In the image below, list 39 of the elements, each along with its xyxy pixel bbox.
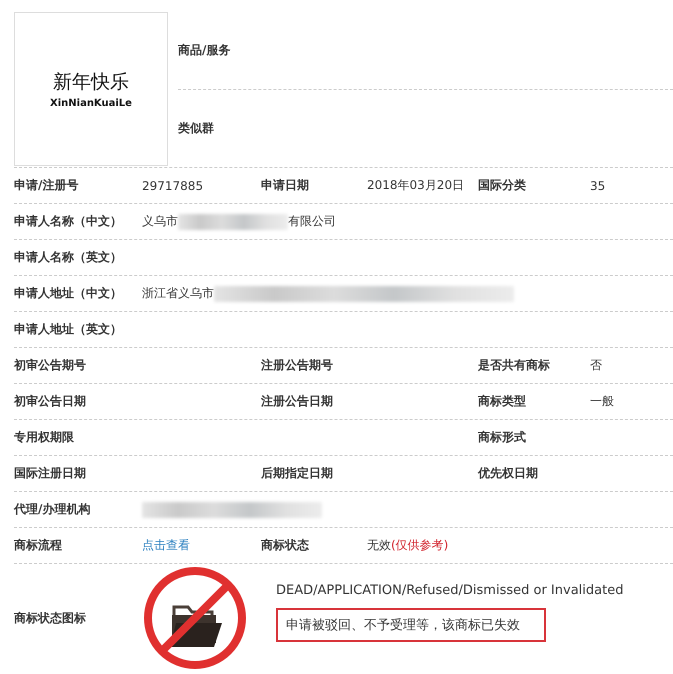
field-value: 2018年03月20日	[367, 177, 466, 194]
field-label: 商标形式	[478, 429, 527, 446]
field-label: 商标状态图标	[14, 610, 87, 626]
field-label: 初审公告日期	[14, 393, 87, 410]
field-label: 申请人名称（中文）	[14, 213, 123, 230]
field-value: 有限公司	[288, 213, 336, 230]
field-label: 国际分类	[478, 177, 527, 194]
field-label: 申请人地址（中文）	[14, 285, 123, 302]
field-label: 申请日期	[261, 177, 310, 194]
logo-title: 新年快乐	[53, 70, 129, 95]
field-label: 注册公告期号	[261, 357, 334, 374]
field-value: 义乌市	[142, 213, 178, 230]
status-notice: 申请被驳回、不予受理等，该商标已失效	[276, 608, 546, 642]
field-value: 浙江省义乌市	[142, 285, 214, 302]
field-label: 类似群	[178, 120, 214, 137]
status-description: DEAD/APPLICATION/Refused/Dismissed or Invalidated	[276, 582, 624, 598]
field-label: 商标类型	[478, 393, 527, 410]
field-label: 申请人地址（英文）	[14, 321, 123, 338]
field-label: 优先权日期	[478, 465, 539, 482]
field-label: 后期指定日期	[261, 465, 334, 482]
view-link[interactable]: 点击查看	[142, 537, 261, 554]
field-label: 是否共有商标	[478, 357, 551, 374]
field-label: 国际注册日期	[14, 465, 87, 482]
field-label: 申请人名称（英文）	[14, 249, 123, 266]
field-label: 商标状态	[261, 537, 310, 554]
logo-subtitle: XinNianKuaiLe	[50, 98, 132, 109]
field-label: 专用权期限	[14, 429, 75, 446]
field-label: 注册公告日期	[261, 393, 334, 410]
prohibited-folder-icon	[142, 565, 248, 671]
field-value: 一般	[590, 393, 615, 410]
field-label: 代理/办理机构	[14, 501, 92, 518]
field-value: 29717885	[142, 178, 204, 192]
field-label: 商标流程	[14, 537, 63, 554]
field-label: 初审公告期号	[14, 357, 87, 374]
field-value: 否	[590, 357, 603, 374]
field-value: 无效(仅供参考)	[367, 537, 450, 554]
field-label: 商品/服务	[178, 42, 230, 59]
field-value: 35	[590, 178, 606, 192]
field-label: 申请/注册号	[14, 177, 80, 194]
